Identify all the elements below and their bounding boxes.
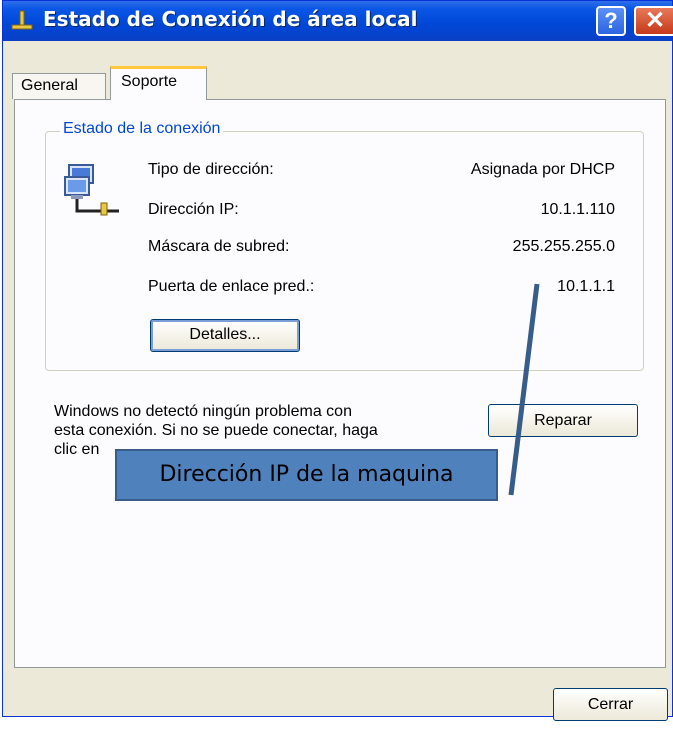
- default-gateway-value: 10.1.1.1: [557, 278, 615, 295]
- address-type-label: Tipo de dirección:: [148, 161, 274, 178]
- close-button[interactable]: Cerrar: [553, 688, 668, 721]
- group-legend: Estado de la conexión: [60, 120, 224, 138]
- title-bar[interactable]: Estado de Conexión de área local ? ✕: [3, 1, 673, 41]
- subnet-mask-value: 255.255.255.0: [512, 238, 615, 255]
- network-connection-icon: [11, 10, 33, 30]
- repair-button[interactable]: Reparar: [488, 404, 638, 437]
- window-title: Estado de Conexión de área local: [43, 7, 418, 31]
- default-gateway-label: Puerta de enlace pred.:: [148, 278, 315, 295]
- ip-address-value: 10.1.1.110: [540, 201, 615, 218]
- annotation-callout: Dirección IP de la maquina: [115, 449, 498, 501]
- ip-address-label: Dirección IP:: [148, 201, 239, 218]
- details-button[interactable]: Detalles...: [150, 319, 300, 352]
- network-computers-icon: [64, 164, 119, 216]
- address-type-value: Asignada por DHCP: [470, 161, 615, 178]
- tab-general[interactable]: General: [12, 73, 106, 99]
- close-window-button[interactable]: ✕: [634, 6, 673, 36]
- subnet-mask-label: Máscara de subred:: [148, 238, 290, 255]
- tab-soporte[interactable]: Soporte: [110, 66, 207, 100]
- help-button[interactable]: ?: [596, 6, 626, 36]
